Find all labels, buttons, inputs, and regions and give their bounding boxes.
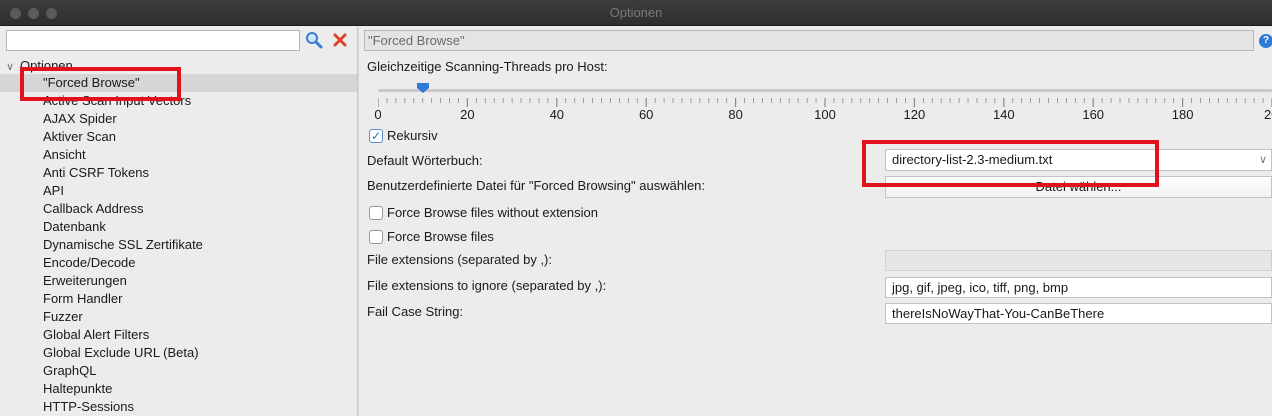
options-panel: "Forced Browse" ? Gleichzeitige Scanning… — [360, 27, 1272, 416]
clear-icon[interactable] — [330, 30, 350, 50]
tree-item-http-sessions[interactable]: HTTP-Sessions — [0, 398, 357, 416]
slider-tick-label: 0 — [374, 107, 382, 122]
no-ext-label: Force Browse files without extension — [387, 205, 598, 220]
tree-item-active-scan-input-vectors[interactable]: Active Scan Input Vectors — [0, 92, 357, 110]
slider-tick-label: 100 — [814, 107, 836, 122]
tree-item-form-handler[interactable]: Form Handler — [0, 290, 357, 308]
file-ext-label: File extensions (separated by ,): — [367, 252, 552, 267]
tree-item-api[interactable]: API — [0, 182, 357, 200]
default-dict-label: Default Wörterbuch: — [367, 153, 483, 168]
slider-tick-label: 60 — [638, 107, 654, 122]
search-icon[interactable] — [304, 30, 324, 50]
file-ext-input[interactable] — [885, 250, 1272, 271]
fail-case-input[interactable]: thereIsNoWayThat-You-CanBeThere — [885, 303, 1272, 324]
slider-tick-label: 40 — [549, 107, 565, 122]
chevron-down-icon: ∨ — [1258, 154, 1267, 166]
default-dict-select[interactable]: directory-list-2.3-medium.txt ∨ — [885, 149, 1272, 171]
tree-root-options[interactable]: ∨ Optionen — [6, 57, 73, 75]
window-titlebar: Optionen — [0, 0, 1272, 26]
threads-slider[interactable] — [378, 89, 1272, 92]
panel-header: "Forced Browse" — [364, 30, 1254, 51]
tree-item-anti-csrf-tokens[interactable]: Anti CSRF Tokens — [0, 164, 357, 182]
tree-item-fuzzer[interactable]: Fuzzer — [0, 308, 357, 326]
slider-tick-label: 140 — [992, 107, 1015, 122]
options-sidebar: ∨ Optionen "Forced Browse" Active Scan In… — [0, 27, 357, 416]
browse-files-label: Force Browse files — [387, 229, 494, 244]
tree-item-ansicht[interactable]: Ansicht — [0, 146, 357, 164]
tree-item-haltepunkte[interactable]: Haltepunkte — [0, 380, 357, 398]
slider-tick-label: 120 — [903, 107, 926, 122]
slider-tick-label: 20 — [460, 107, 475, 122]
options-tree: "Forced Browse" Active Scan Input Vector… — [0, 74, 357, 416]
tree-item-callback-address[interactable]: Callback Address — [0, 200, 357, 218]
browse-files-checkbox[interactable] — [369, 230, 383, 244]
tree-item-ajax-spider[interactable]: AJAX Spider — [0, 110, 357, 128]
no-ext-checkbox[interactable] — [369, 206, 383, 220]
recursive-checkbox[interactable]: ✓ — [369, 129, 383, 143]
slider-tick-label: 80 — [728, 107, 743, 122]
tree-item-global-alert-filters[interactable]: Global Alert Filters — [0, 326, 357, 344]
tree-item-graphql[interactable]: GraphQL — [0, 362, 357, 380]
ignore-ext-label: File extensions to ignore (separated by … — [367, 278, 607, 293]
slider-tick-label: 160 — [1082, 107, 1105, 122]
tree-item-datenbank[interactable]: Datenbank — [0, 218, 357, 236]
fail-case-label: Fail Case String: — [367, 304, 464, 319]
pane-splitter[interactable] — [357, 27, 359, 416]
recursive-label: Rekursiv — [387, 128, 438, 143]
help-icon[interactable]: ? — [1259, 34, 1272, 48]
tree-item-global-exclude-url[interactable]: Global Exclude URL (Beta) — [0, 344, 357, 362]
ignore-ext-input[interactable]: jpg, gif, jpeg, ico, tiff, png, bmp — [885, 277, 1272, 298]
search-input[interactable] — [6, 30, 300, 51]
custom-file-label: Benutzerdefinierte Datei für "Forced Bro… — [367, 178, 706, 193]
tree-root-label: Optionen — [20, 58, 73, 73]
threads-label: Gleichzeitige Scanning-Threads pro Host: — [367, 59, 608, 74]
threads-slider-thumb[interactable] — [416, 83, 429, 93]
tree-item-erweiterungen[interactable]: Erweiterungen — [0, 272, 357, 290]
tree-item-encode-decode[interactable]: Encode/Decode — [0, 254, 357, 272]
tree-item-dynamische-ssl-zertifikate[interactable]: Dynamische SSL Zertifikate — [0, 236, 357, 254]
slider-tick-label: 200 — [1264, 107, 1272, 122]
tree-item-aktiver-scan[interactable]: Aktiver Scan — [0, 128, 357, 146]
choose-file-button[interactable]: Datei wählen... — [885, 176, 1272, 198]
default-dict-value: directory-list-2.3-medium.txt — [892, 152, 1053, 167]
tree-item-forced-browse[interactable]: "Forced Browse" — [0, 74, 357, 92]
slider-tick-label: 180 — [1171, 107, 1194, 122]
window-title: Optionen — [609, 5, 663, 20]
